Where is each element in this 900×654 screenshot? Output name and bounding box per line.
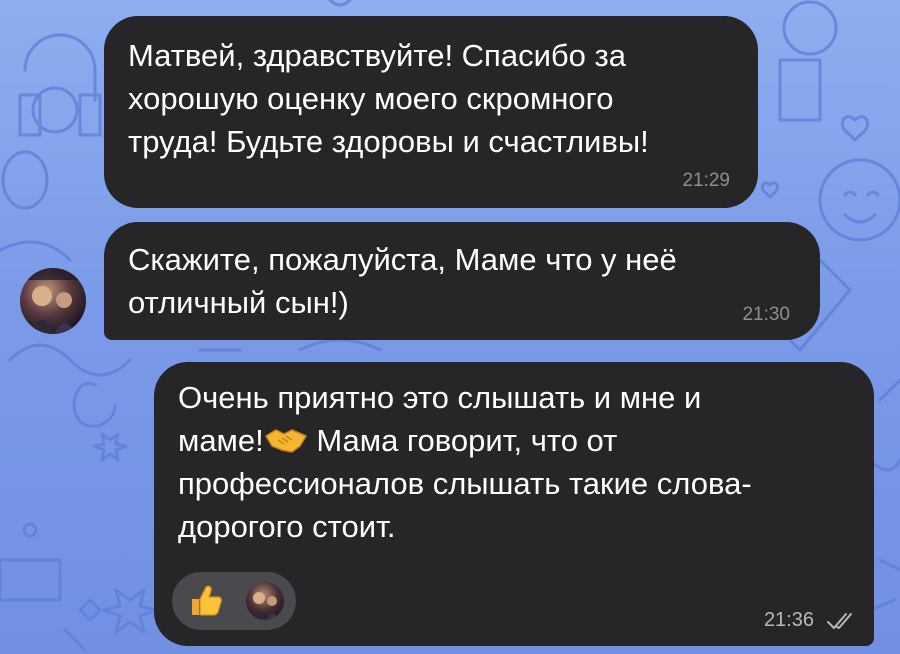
message-text: Скажите, пожалуйста, Маме что у неё отли… xyxy=(128,242,677,320)
avatar-photo-icon xyxy=(20,268,86,334)
reaction-user-avatar xyxy=(246,582,284,620)
thumbs-up-icon xyxy=(192,585,222,616)
sender-avatar[interactable] xyxy=(20,268,86,334)
handshake-icon xyxy=(264,429,307,453)
message-bubble-incoming[interactable]: Скажите, пожалуйста, Маме что у неё отли… xyxy=(104,222,820,340)
message-time: 21:29 xyxy=(682,170,730,191)
message-text: Матвей, здравствуйте! Спасибо за хорошую… xyxy=(128,38,649,159)
reactions-pill[interactable] xyxy=(172,572,296,630)
message-text: Очень приятно это слышать и мне и маме! … xyxy=(178,376,858,548)
message-time: 21:36 xyxy=(763,609,814,631)
smiley-doodle-icon xyxy=(818,158,900,242)
message-bubble-outgoing[interactable]: Очень приятно это слышать и мне и маме! … xyxy=(154,362,874,646)
double-check-icon xyxy=(827,613,852,629)
message-time: 21:30 xyxy=(742,304,790,325)
message-bubble-incoming[interactable]: Матвей, здравствуйте! Спасибо за хорошую… xyxy=(104,16,758,208)
